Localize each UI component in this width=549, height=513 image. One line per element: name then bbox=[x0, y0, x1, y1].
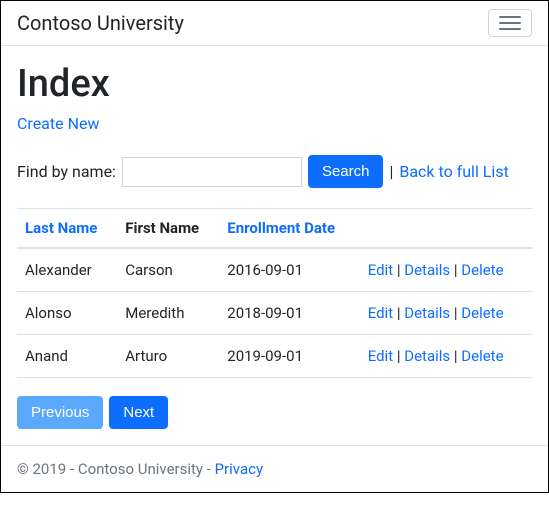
students-table: Last Name First Name Enrollment Date Ale… bbox=[17, 208, 532, 378]
back-to-list-link[interactable]: Back to full List bbox=[399, 162, 508, 181]
search-button[interactable]: Search bbox=[308, 155, 384, 188]
page-title: Index bbox=[17, 62, 532, 106]
cell-first-name: Arturo bbox=[117, 335, 219, 378]
table-row: Alonso Meredith 2018-09-01 Edit | Detail… bbox=[17, 292, 532, 335]
privacy-link[interactable]: Privacy bbox=[215, 460, 263, 478]
separator: | bbox=[389, 162, 393, 181]
delete-link[interactable]: Delete bbox=[461, 261, 503, 279]
col-actions bbox=[360, 209, 532, 249]
main-content: Index Create New Find by name: Search | … bbox=[1, 46, 548, 445]
nav-toggle-button[interactable] bbox=[488, 9, 532, 37]
details-link[interactable]: Details bbox=[404, 347, 450, 365]
table-row: Alexander Carson 2016-09-01 Edit | Detai… bbox=[17, 248, 532, 292]
col-last-name-sort[interactable]: Last Name bbox=[25, 219, 97, 237]
previous-button[interactable]: Previous bbox=[17, 396, 103, 429]
table-row: Anand Arturo 2019-09-01 Edit | Details |… bbox=[17, 335, 532, 378]
search-input[interactable] bbox=[122, 157, 302, 187]
create-new-link[interactable]: Create New bbox=[17, 114, 99, 133]
navbar: Contoso University bbox=[1, 1, 548, 46]
pagination: Previous Next bbox=[17, 396, 532, 429]
search-row: Find by name: Search | Back to full List bbox=[17, 155, 532, 188]
cell-last-name: Alexander bbox=[17, 248, 117, 292]
cell-last-name: Anand bbox=[17, 335, 117, 378]
search-label: Find by name: bbox=[17, 162, 116, 181]
edit-link[interactable]: Edit bbox=[368, 261, 393, 279]
brand-link[interactable]: Contoso University bbox=[17, 11, 184, 35]
cell-enrollment-date: 2016-09-01 bbox=[219, 248, 359, 292]
footer: © 2019 - Contoso University - Privacy bbox=[1, 445, 548, 492]
delete-link[interactable]: Delete bbox=[461, 304, 503, 322]
cell-last-name: Alonso bbox=[17, 292, 117, 335]
cell-first-name: Meredith bbox=[117, 292, 219, 335]
hamburger-icon bbox=[499, 16, 521, 18]
cell-enrollment-date: 2018-09-01 bbox=[219, 292, 359, 335]
delete-link[interactable]: Delete bbox=[461, 347, 503, 365]
edit-link[interactable]: Edit bbox=[368, 304, 393, 322]
col-first-name: First Name bbox=[117, 209, 219, 249]
details-link[interactable]: Details bbox=[404, 304, 450, 322]
edit-link[interactable]: Edit bbox=[368, 347, 393, 365]
col-enrollment-date-sort[interactable]: Enrollment Date bbox=[227, 219, 335, 237]
details-link[interactable]: Details bbox=[404, 261, 450, 279]
cell-enrollment-date: 2019-09-01 bbox=[219, 335, 359, 378]
cell-first-name: Carson bbox=[117, 248, 219, 292]
footer-text: © 2019 - Contoso University - bbox=[17, 460, 215, 478]
next-button[interactable]: Next bbox=[109, 396, 168, 429]
